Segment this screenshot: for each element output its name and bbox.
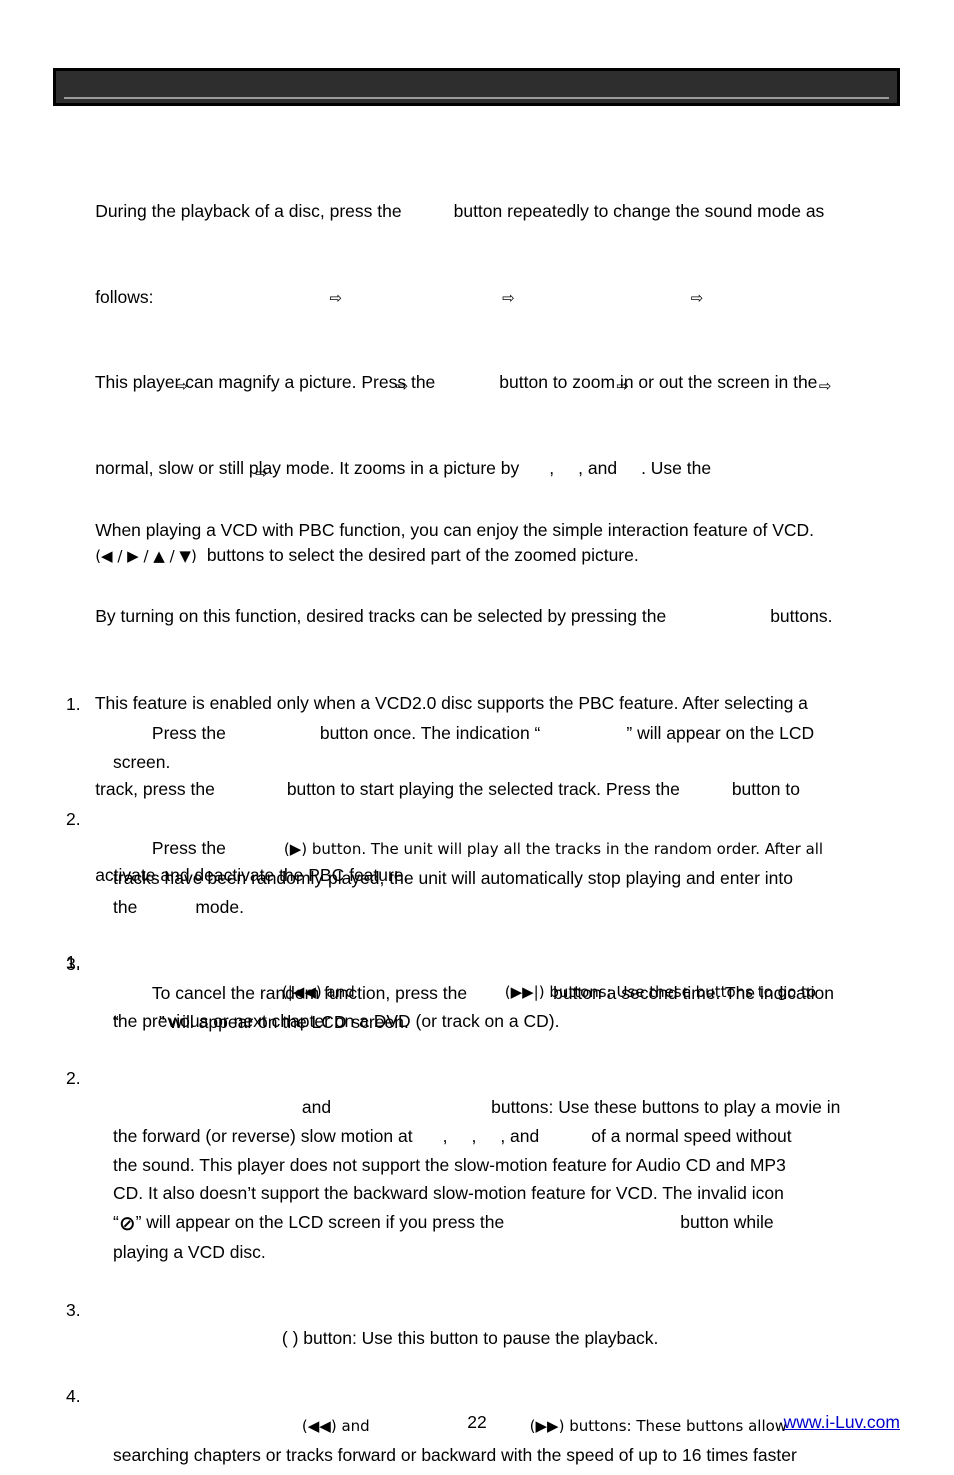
basic-item1-text-c: the previous or next chapter on a DVD (o… [113,1010,560,1031]
basic-item2-text-g: of a normal speed without [591,1125,792,1146]
basic-item2-text-k: ” will appear on the LCD screen if you p… [135,1212,505,1233]
list-item-body: (|◀◀) and (▶▶|) buttons: Use these button… [113,981,816,1060]
random-item2-text-a: Press the [151,837,226,858]
list-item-number: 1. [66,952,81,972]
list-item: 2. and buttons: Use these buttons to play… [66,1064,878,1295]
list-item-number: 3. [66,1299,81,1320]
random-item2-text-e: mode. [195,896,244,917]
sound-mode-text-a: During the playback of a disc, press the [95,200,402,221]
right-arrow-icon: ⇨ [690,289,704,308]
next-skip-icon: (▶▶|) buttons: Use these buttons to go t… [504,982,817,1001]
zoom-text-d: , [549,458,555,479]
sound-mode-line-1: During the playback of a disc, press the… [66,168,878,254]
zoom-text-e: , and [578,458,618,479]
sound-mode-line-2: follows: ⇨ ⇨ ⇨ [66,254,878,341]
pbc-text-a: When playing a VCD with PBC function, yo… [95,519,815,540]
basic-item2-text-f: , and [500,1125,540,1146]
list-item-body: Press the (▶) button. The unit will play … [113,838,823,945]
random-item2-text-d: the [113,896,138,917]
sound-mode-text-c: follows: [95,287,154,308]
sound-mode-text-b: button repeatedly to change the sound mo… [453,200,825,221]
pbc-text-c: buttons. [770,606,833,627]
pbc-line-1: When playing a VCD with PBC function, yo… [66,487,878,573]
list-item: 1. (|◀◀) and (▶▶|) buttons: Use these but… [66,948,878,1064]
list-item: 2. Press the (▶) button. The unit will pl… [66,805,878,950]
header-band-rule [64,97,889,99]
basic-item2-text-m: playing a VCD disc. [113,1241,266,1262]
list-item-number: 4. [66,1385,81,1406]
random-item1-text-b: button once. The indication “ [319,722,541,743]
random-item1-text-d: screen. [113,751,171,772]
right-arrow-icon: ⇨ [329,289,343,308]
list-item: 1. Press the button once. The indication … [66,690,878,805]
basic-item2-text-i: CD. It also doesn’t support the backward… [113,1183,784,1204]
list-item-number: 1. [66,694,81,714]
basic-item2-text-a: and [301,1096,332,1117]
list-item-number: 2. [66,1068,81,1089]
basic-item2-text-h: the sound. This player does not support … [113,1154,786,1175]
basic-item2-text-e: , [471,1125,477,1146]
previous-skip-icon: (|◀◀) and [281,982,355,1001]
list-item-body: ( ) button: Use this button to pause the… [113,1328,658,1377]
basic-item3-text-a: ( ) button: Use this button to pause the… [281,1328,659,1349]
random-item1-text-c: ” will appear on the LCD [626,722,815,743]
basic-item2-text-d: , [442,1125,448,1146]
right-arrow-icon: ⇨ [502,289,515,308]
basic-item4-text-c: searching chapters or tracks forward or … [113,1444,797,1465]
basic-item2-text-l: button while [680,1212,774,1233]
zoom-line-1: This player can magnify a picture. Press… [66,339,878,425]
zoom-text-a: This player can magnify a picture. Press… [94,371,436,392]
list-item-number: 2. [66,809,81,830]
website-link[interactable]: www.i-Luv.com [784,1412,900,1433]
invalid-icon: ⊘ [118,1211,136,1236]
manual-page: During the playback of a disc, press the… [0,0,954,1475]
random-item2-text-c: tracks have been randomly played, the un… [113,867,793,888]
zoom-text-b: button to zoom in or out the screen in t… [499,371,818,392]
play-button-icon: (▶) button. The unit will play all the t… [283,839,824,858]
zoom-text-c: normal, slow or still play mode. It zoom… [95,458,520,479]
basic-item2-text-c: the forward (or reverse) slow motion at [113,1125,413,1146]
basic-item2-text-b: buttons: Use these buttons to play a mov… [491,1096,841,1117]
list-item-body: Press the button once. The indication “ ” … [113,723,814,801]
pbc-line-2: By turning on this function, desired tra… [66,573,878,659]
basic-playback-list: 1. (|◀◀) and (▶▶|) buttons: Use these but… [66,948,878,1475]
list-item-body: and buttons: Use these buttons to play a … [113,1097,840,1291]
zoom-text-f: . Use the [641,458,712,479]
list-item: 3. ( ) button: Use this button to pause … [66,1296,878,1382]
section-header-band [53,68,900,106]
random-item1-text-a: Press the [151,722,226,743]
pbc-text-b: By turning on this function, desired tra… [95,606,667,627]
